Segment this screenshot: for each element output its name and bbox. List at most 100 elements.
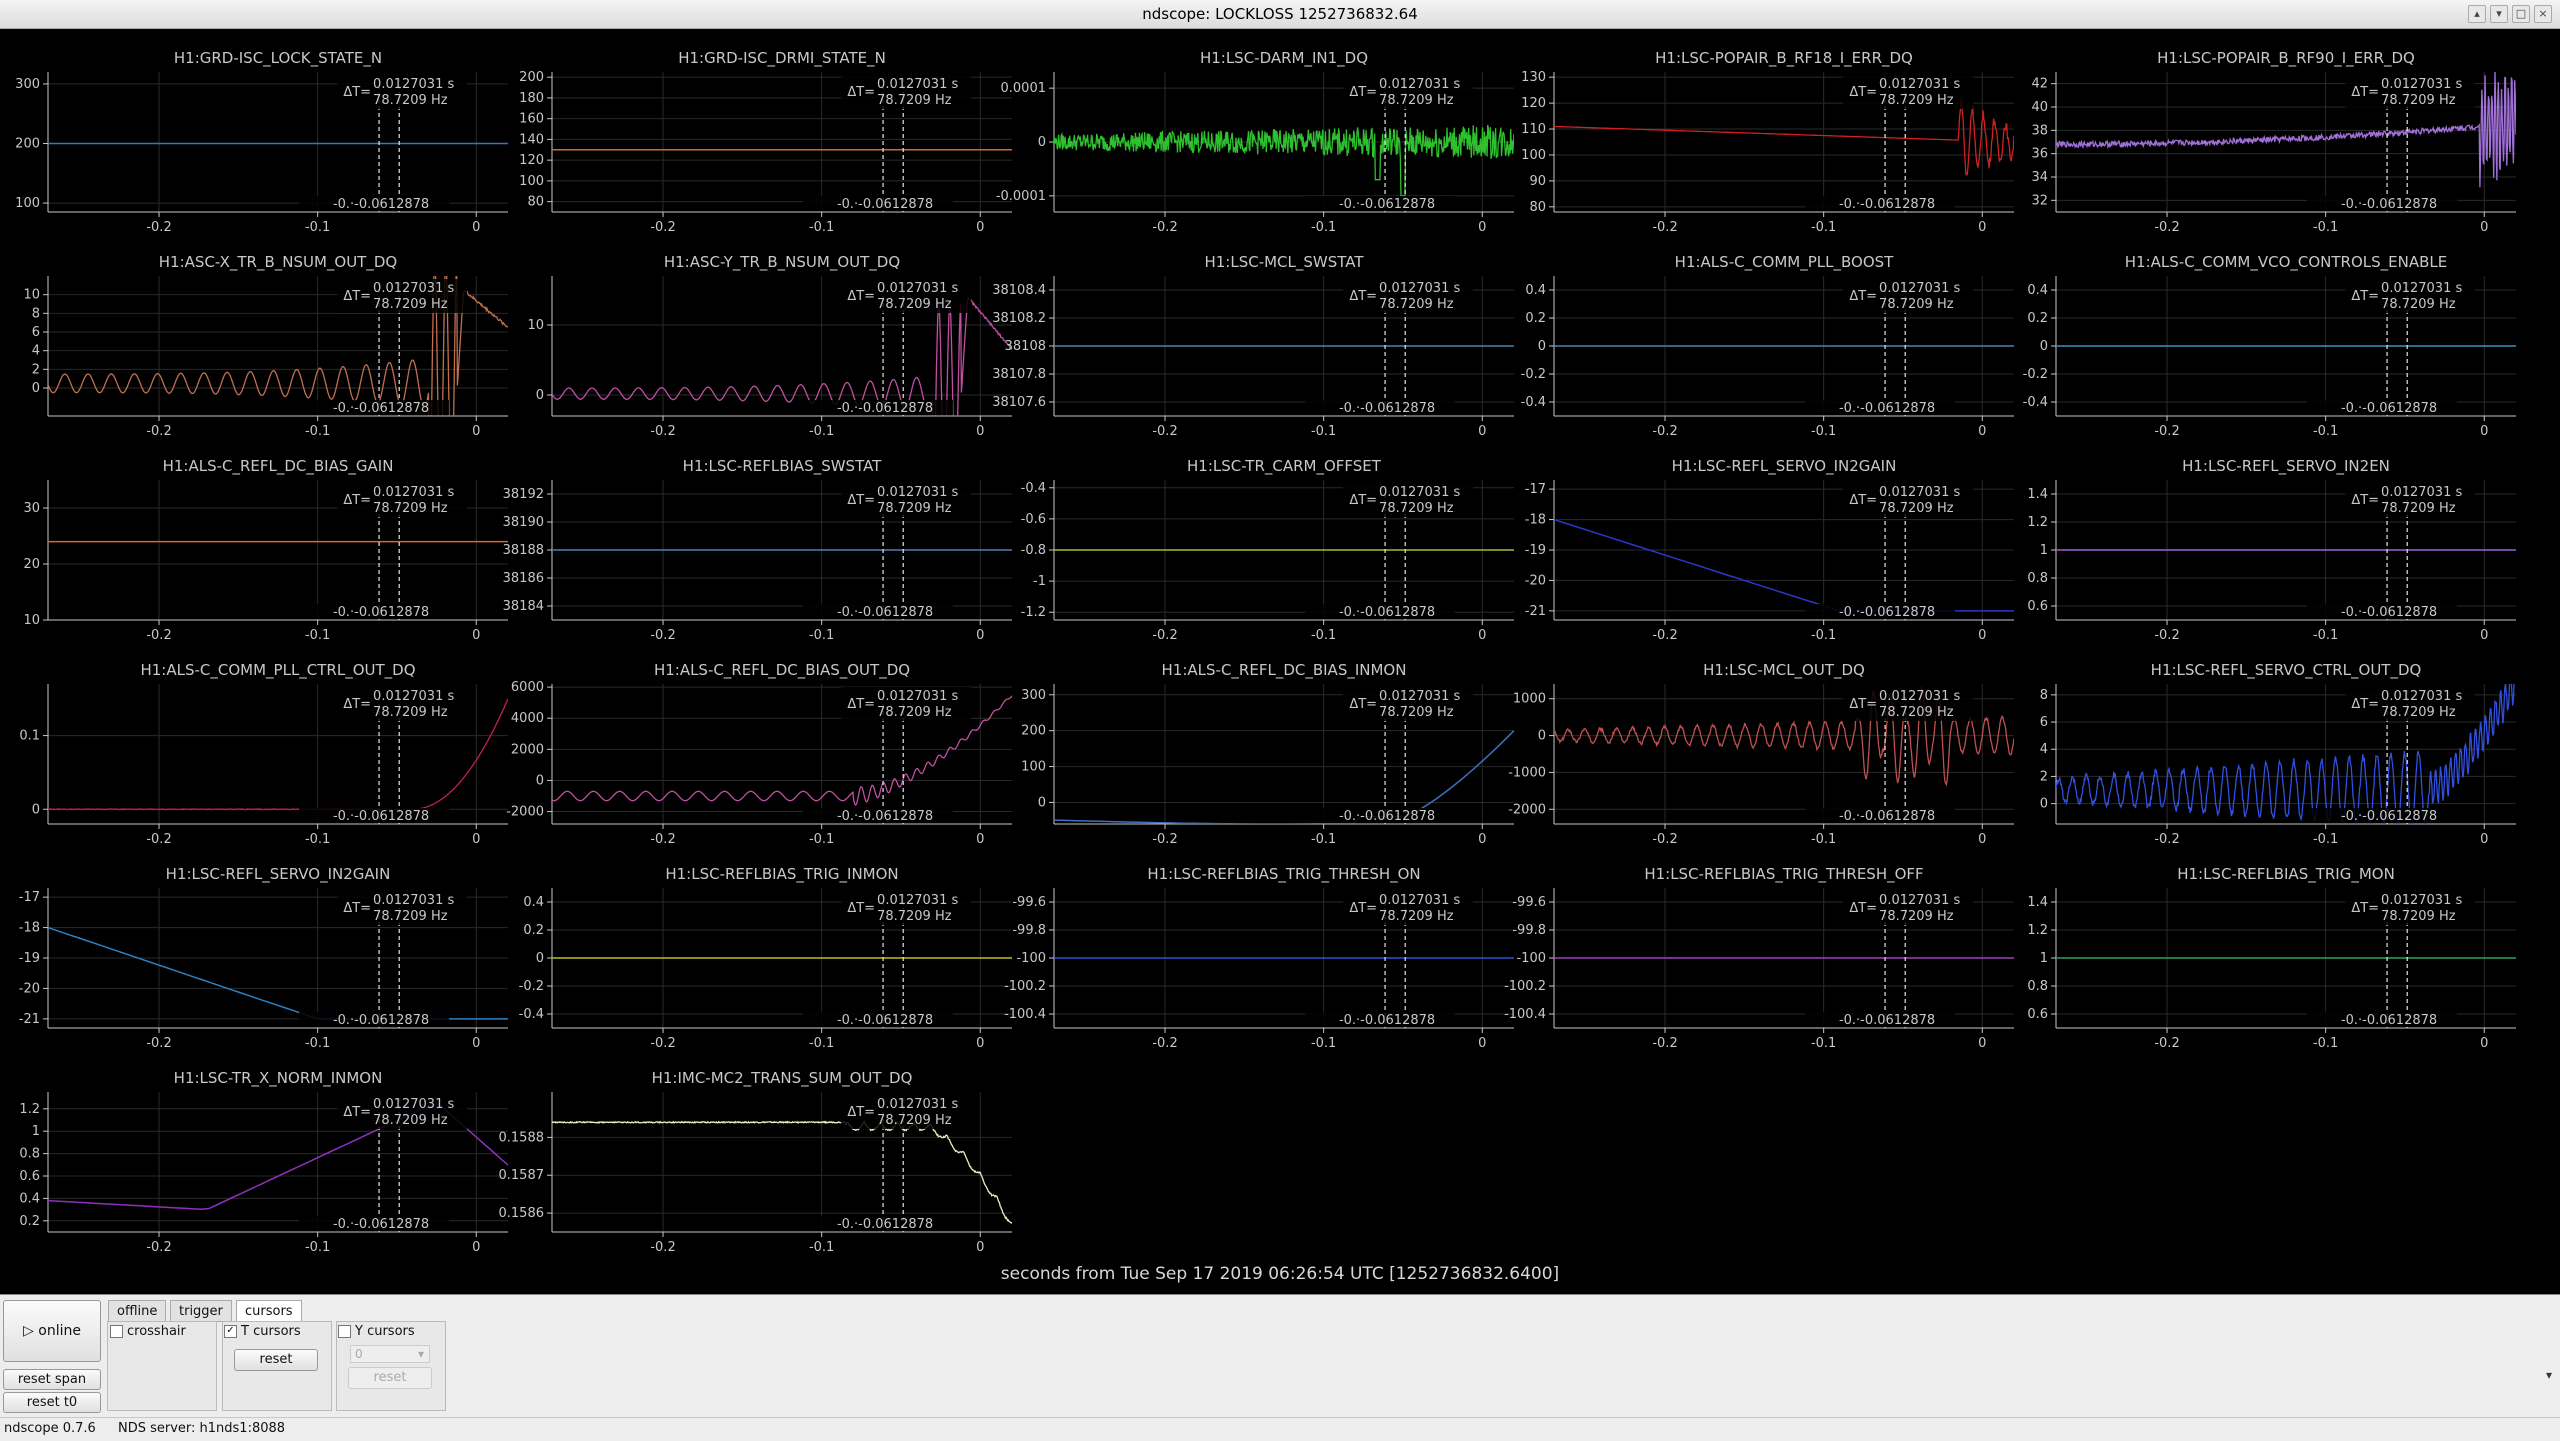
plot-panel[interactable]: H1:LSC-MCL_SWSTAT -0.2 -0.1 0 38107.6 38107.8… (992, 253, 1514, 439)
plot-panel[interactable]: H1:ALS-C_REFL_DC_BIAS_GAIN -0.2 -0.1 0 10 20 3… (23, 457, 508, 643)
y-cursor-select-value: 0 (355, 1347, 363, 1361)
delta-t-label: ΔT= (2351, 289, 2379, 304)
y-tick-label: 160 (519, 112, 544, 127)
cursor-readout: ΔT=0.0127031 s78.7209 Hz -0.·-0.0612878 (2307, 483, 2476, 620)
delta-t-value: 0.0127031 s (1879, 485, 1960, 500)
x-tick-label: -0.1 (2313, 628, 2338, 643)
plot-area[interactable]: H1:GRD-ISC_LOCK_STATE_N -0.2 -0.1 0 100 200 30… (0, 29, 2560, 1294)
reset-span-button[interactable]: reset span (3, 1369, 101, 1390)
tab-offline[interactable]: offline (108, 1300, 167, 1322)
y-tick-label: 2000 (511, 742, 544, 757)
plot-panel[interactable]: H1:LSC-REFL_SERVO_IN2EN -0.2 -0.1 0 0.6 0.8 1 1… (2027, 457, 2516, 643)
expand-chevron-icon[interactable]: ▾ (2546, 1368, 2552, 1382)
delta-t-frequency: 78.7209 Hz (373, 705, 448, 720)
x-tick-label: -0.1 (809, 1240, 834, 1255)
plot-panel[interactable]: H1:LSC-POPAIR_B_RF18_I_ERR_DQ -0.2 -0.1 0 80… (1521, 49, 2014, 235)
plot-title: H1:LSC-TR_CARM_OFFSET (1187, 457, 1382, 476)
plot-panel[interactable]: H1:LSC-DARM_IN1_DQ -0.2 -0.1 0 -0.0001 0 0.000… (996, 49, 1514, 235)
y-tick-label: 10 (23, 613, 40, 628)
crosshair-checkbox-box[interactable] (110, 1325, 123, 1338)
plot-panel[interactable]: H1:LSC-REFLBIAS_TRIG_INMON -0.2 -0.1 0 -0.4 -… (519, 865, 1012, 1051)
plot-panel[interactable]: H1:LSC-TR_X_NORM_INMON -0.2 -0.1 0 0.2 0.4 0.6… (19, 1069, 508, 1255)
delta-t-frequency: 78.7209 Hz (1879, 909, 1954, 924)
plot-panel[interactable]: H1:LSC-POPAIR_B_RF90_I_ERR_DQ -0.2 -0.1 0 32… (2031, 49, 2516, 235)
x-tick-label: -0.2 (650, 628, 675, 643)
plot-title: H1:LSC-REFLBIAS_SWSTAT (683, 457, 882, 476)
y-tick-label: 1.2 (19, 1102, 40, 1117)
plot-panel[interactable]: H1:LSC-REFL_SERVO_IN2GAIN -0.2 -0.1 0 -21 -20… (1525, 457, 2014, 643)
t-cursors-checkbox[interactable]: ✓ T cursors (224, 1324, 301, 1339)
x-tick-label: -0.2 (650, 1036, 675, 1051)
plot-panel[interactable]: H1:IMC-MC2_TRANS_SUM_OUT_DQ -0.2 -0.1 0 0.15… (499, 1069, 1013, 1255)
y-tick-label: 0.6 (2027, 599, 2048, 614)
check-icon[interactable]: ✓ (224, 1325, 237, 1338)
plot-panel[interactable]: H1:ASC-Y_TR_B_NSUM_OUT_DQ -0.2 -0.1 0 0 10 ΔT=… (527, 253, 1012, 483)
plot-panel[interactable]: H1:LSC-TR_CARM_OFFSET -0.2 -0.1 0 -1.2 -1 -0.8… (1021, 457, 1514, 643)
x-tick-label: -0.1 (305, 220, 330, 235)
plot-panel[interactable]: H1:LSC-REFLBIAS_TRIG_THRESH_OFF -0.2 -0.1 0… (1504, 865, 2014, 1051)
y-tick-label: 0 (536, 951, 544, 966)
x-tick-label: -0.1 (305, 832, 330, 847)
x-tick-label: -0.2 (146, 424, 171, 439)
delta-t-frequency: 78.7209 Hz (877, 1113, 952, 1128)
y-tick-label: 38108 (1005, 339, 1046, 354)
y-cursors-reset-button[interactable]: reset (348, 1367, 432, 1389)
delta-t-value: 0.0127031 s (2381, 689, 2462, 704)
delta-t-frequency: 78.7209 Hz (877, 501, 952, 516)
plot-panel[interactable]: H1:GRD-ISC_DRMI_STATE_N -0.2 -0.1 0 80 100 120… (519, 49, 1012, 235)
delta-t-value: 0.0127031 s (877, 893, 958, 908)
delta-t-frequency: 78.7209 Hz (2381, 501, 2456, 516)
y-cursors-checkbox-box[interactable] (338, 1325, 351, 1338)
cursor-time-value: -0.·-0.0612878 (2341, 401, 2437, 416)
y-tick-label: 200 (1021, 724, 1046, 739)
delta-t-label: ΔT= (1849, 901, 1877, 916)
crosshair-checkbox[interactable]: crosshair (110, 1324, 186, 1339)
plot-title: H1:LSC-REFLBIAS_TRIG_THRESH_ON (1147, 865, 1420, 884)
x-axis-label: seconds from Tue Sep 17 2019 06:26:54 UT… (1000, 1264, 1560, 1284)
plot-panel[interactable]: H1:LSC-REFL_SERVO_IN2GAIN -0.2 -0.1 0 -21 -20… (19, 865, 508, 1051)
plot-panel[interactable]: H1:ALS-C_COMM_PLL_BOOST -0.2 -0.1 0 -0.4 -0.2… (1521, 253, 2014, 439)
window-maximize-icon[interactable]: □ (2512, 5, 2530, 23)
y-cursor-select[interactable]: 0 ▾ (350, 1345, 430, 1363)
cursor-time-value: -0.·-0.0612878 (2341, 197, 2437, 212)
x-tick-label: 0 (2480, 628, 2488, 643)
x-tick-label: -0.1 (1311, 1036, 1336, 1051)
y-tick-label: 1 (2040, 543, 2048, 558)
plot-panel[interactable]: H1:ALS-C_REFL_DC_BIAS_OUT_DQ -0.2 -0.1 0 -20… (506, 661, 1012, 847)
y-tick-label: -100.2 (1004, 979, 1046, 994)
x-tick-label: -0.2 (2154, 628, 2179, 643)
plot-panel[interactable]: H1:LSC-MCL_OUT_DQ -0.2 -0.1 0 -2000 -1000 0 100… (1508, 661, 2014, 847)
y-cursors-checkbox[interactable]: Y cursors (338, 1324, 415, 1339)
y-tick-label: -18 (1525, 513, 1546, 528)
plot-panel[interactable]: H1:GRD-ISC_LOCK_STATE_N -0.2 -0.1 0 100 200 30… (15, 49, 508, 235)
delta-t-frequency: 78.7209 Hz (2381, 297, 2456, 312)
delta-t-value: 0.0127031 s (877, 485, 958, 500)
delta-t-value: 0.0127031 s (1379, 893, 1460, 908)
tab-trigger[interactable]: trigger (170, 1300, 232, 1322)
delta-t-frequency: 78.7209 Hz (373, 1113, 448, 1128)
tab-cursors[interactable]: cursors (236, 1300, 302, 1322)
x-tick-label: -0.2 (146, 628, 171, 643)
plot-panel[interactable]: H1:LSC-REFL_SERVO_CTRL_OUT_DQ -0.2 -0.1 0 0 2… (2040, 661, 2516, 847)
x-tick-label: -0.2 (1652, 220, 1677, 235)
y-tick-label: 120 (1521, 96, 1546, 111)
plot-panel[interactable]: H1:LSC-REFLBIAS_TRIG_THRESH_ON -0.2 -0.1 0 -… (1004, 865, 1514, 1051)
plot-panel[interactable]: H1:ALS-C_COMM_PLL_CTRL_OUT_DQ -0.2 -0.1 0 0 0… (19, 661, 508, 847)
plot-title: H1:IMC-MC2_TRANS_SUM_OUT_DQ (652, 1069, 913, 1088)
window-close-icon[interactable]: × (2534, 5, 2552, 23)
plot-panel[interactable]: H1:ALS-C_COMM_VCO_CONTROLS_ENABLE -0.2 -0.… (2023, 253, 2516, 439)
online-button[interactable]: ▷ online (3, 1300, 101, 1362)
t-cursors-reset-button[interactable]: reset (234, 1349, 318, 1371)
window-minimize-icon[interactable]: ▾ (2490, 5, 2508, 23)
reset-t0-button[interactable]: reset t0 (3, 1392, 101, 1413)
x-tick-label: -0.1 (305, 628, 330, 643)
y-tick-label: -18 (19, 921, 40, 936)
plot-panel[interactable]: H1:ALS-C_REFL_DC_BIAS_INMON -0.2 -0.1 0 0 100… (1021, 661, 1514, 847)
plot-grid[interactable]: H1:GRD-ISC_LOCK_STATE_N-0.2 -0.1 010020030… (0, 29, 2560, 1259)
cursor-readout: ΔT=0.0127031 s78.7209 Hz -0.·-0.0612878 (2307, 279, 2476, 416)
y-tick-label: 34 (2031, 170, 2048, 185)
y-tick-label: 0.2 (2027, 311, 2048, 326)
window-restore-icon[interactable]: ▴ (2468, 5, 2486, 23)
plot-panel[interactable]: H1:LSC-REFLBIAS_TRIG_MON -0.2 -0.1 0 0.6 0.8 1… (2027, 865, 2516, 1051)
plot-panel[interactable]: H1:LSC-REFLBIAS_SWSTAT -0.2 -0.1 0 38184 3818… (503, 457, 1012, 643)
